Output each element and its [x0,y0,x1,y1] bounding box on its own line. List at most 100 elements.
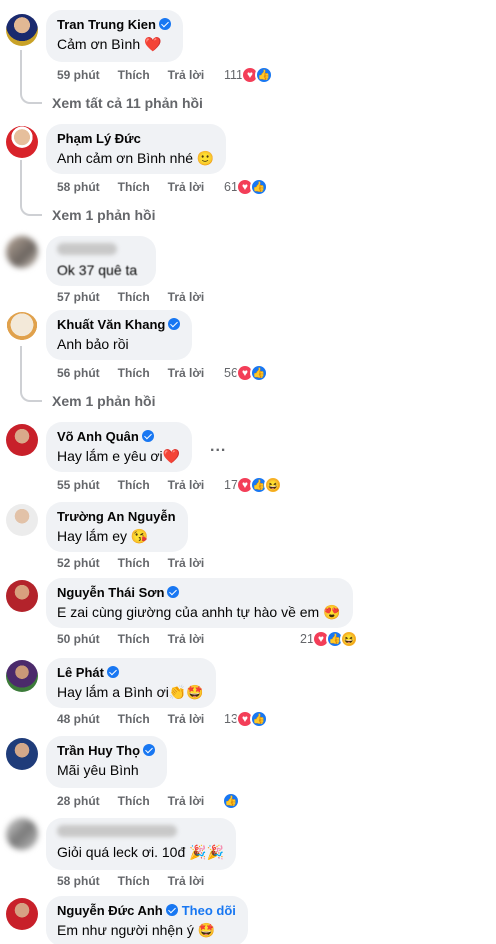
avatar[interactable] [6,14,38,46]
comment-text: Cảm ơn Bình ❤️ [57,36,162,52]
comment-author[interactable]: Trường An Nguyễn [57,508,176,526]
reply-button[interactable]: Trả lời [168,556,205,570]
comment-actions: 28 phút Thích Trả lời [57,794,222,808]
view-replies-link[interactable]: Xem tất cả 11 phản hồi [52,95,203,111]
verified-badge-icon [165,904,178,916]
thread-line [20,160,42,216]
comment-author[interactable]: Nguyễn Thái Sơn [57,584,341,602]
like-button[interactable]: Thích [118,180,150,194]
verified-badge-icon [143,744,156,756]
timestamp[interactable]: 52 phút [57,556,100,570]
reaction-summary[interactable]: 61 ♥ 👍 [224,178,268,196]
follow-button[interactable]: Theo dõi [182,903,236,918]
comment-text: Anh cảm ơn Bình nhé 🙂 [57,150,215,166]
comment-text: Hay lắm e yêu ơi❤️ [57,448,181,464]
view-replies-link[interactable]: Xem 1 phản hồi [52,207,155,223]
reaction-summary[interactable]: 21 ♥ 👍 😆 [300,630,358,648]
comment-actions: 55 phút Thích Trả lời [57,478,222,492]
verified-badge-icon [158,18,171,30]
reply-button[interactable]: Trả lời [168,180,205,194]
comment-actions: 58 phút Thích Trả lời [57,874,222,888]
comment-bubble: Trần Huy Thọ Mãi yêu Bình [46,736,168,788]
comment-text: Em như người nhện ý 🤩 [57,922,216,938]
like-reaction-icon: 👍 [255,66,274,84]
reply-button[interactable]: Trả lời [168,712,205,726]
comment-bubble: Khuất Văn Khang Anh bảo rồi [46,310,193,360]
comment-author[interactable]: Tran Trung Kien [57,16,171,34]
comment-bubble: Ok 37 quê ta [46,236,156,286]
avatar[interactable] [6,738,38,770]
like-reaction-icon: 👍 [249,710,268,728]
avatar[interactable] [6,312,38,344]
comment-author[interactable]: Lê Phát [57,664,204,682]
like-reaction-icon: 👍 [249,364,268,382]
timestamp[interactable]: 57 phút [57,290,100,304]
reaction-summary[interactable]: 17 ♥ 👍 😆 [224,476,282,494]
comment-actions: 59 phút Thích Trả lời [57,68,222,82]
like-button[interactable]: Thích [118,556,150,570]
comment-text: Mãi yêu Bình [57,762,139,778]
like-button[interactable]: Thích [118,478,150,492]
like-button[interactable]: Thích [118,290,150,304]
verified-badge-icon [106,666,119,678]
comment-author[interactable] [57,824,224,842]
timestamp[interactable]: 56 phút [57,366,100,380]
avatar[interactable] [6,818,38,850]
comment-actions: 52 phút Thích Trả lời [57,556,222,570]
reply-button[interactable]: Trả lời [168,68,205,82]
reply-button[interactable]: Trả lời [168,366,205,380]
blurred-name [57,825,177,837]
avatar[interactable] [6,504,38,536]
comment-text: Anh bảo rồi [57,336,129,352]
reply-button[interactable]: Trả lời [168,794,205,808]
timestamp[interactable]: 48 phút [57,712,100,726]
reply-button[interactable]: Trả lời [168,290,205,304]
avatar[interactable] [6,424,38,456]
like-button[interactable]: Thích [118,712,150,726]
timestamp[interactable]: 55 phút [57,478,100,492]
like-reaction-icon: 👍 [249,178,268,196]
verified-badge-icon [167,586,180,598]
like-button[interactable]: Thích [118,874,150,888]
avatar[interactable] [6,898,38,930]
comment-bubble: Trường An Nguyễn Hay lắm ey 😘 [46,502,188,552]
avatar[interactable] [6,236,38,268]
avatar[interactable] [6,660,38,692]
reply-button[interactable]: Trả lời [168,874,205,888]
view-replies-link[interactable]: Xem 1 phản hồi [52,393,155,409]
comment-author[interactable]: Trần Huy Thọ [57,742,156,760]
timestamp[interactable]: 28 phút [57,794,100,808]
comment-bubble: Võ Anh Quân Hay lắm e yêu ơi❤️ [46,422,193,472]
comment-bubble: Tran Trung Kien Cảm ơn Bình ❤️ [46,10,183,62]
comment-author[interactable]: Khuất Văn Khang [57,316,181,334]
comment-author[interactable] [57,242,144,260]
comment-author[interactable]: Võ Anh Quân [57,428,180,446]
reply-button[interactable]: Trả lời [168,632,205,646]
like-button[interactable]: Thích [118,366,150,380]
avatar[interactable] [6,126,38,158]
timestamp[interactable]: 58 phút [57,874,100,888]
haha-reaction-icon: 😆 [339,630,358,648]
reaction-summary[interactable]: 13 ♥ 👍 [224,710,268,728]
like-button[interactable]: Thích [118,68,150,82]
reaction-summary[interactable]: 56 ♥ 👍 [224,364,268,382]
reaction-summary[interactable]: 👍 [222,792,240,810]
comment-actions: 57 phút Thích Trả lời [57,290,222,304]
thread-line [20,50,42,104]
comment-author[interactable]: Phạm Lý Đức [57,130,214,148]
like-button[interactable]: Thích [118,794,150,808]
comment-text: Hay lắm a Bình ơi👏🤩 [57,684,204,700]
more-options-icon[interactable]: ... [210,438,226,456]
comment-text: E zai cùng giường của anhh tự hào về em … [57,604,341,620]
comment-author[interactable]: Nguyễn Đức Anh Theo dõi [57,902,236,920]
timestamp[interactable]: 59 phút [57,68,100,82]
timestamp[interactable]: 50 phút [57,632,100,646]
avatar[interactable] [6,580,38,612]
like-button[interactable]: Thích [118,632,150,646]
reaction-summary[interactable]: 111 ♥ 👍 [224,66,274,84]
timestamp[interactable]: 58 phút [57,180,100,194]
verified-badge-icon [141,430,154,442]
reply-button[interactable]: Trả lời [168,478,205,492]
comment-actions: 50 phút Thích Trả lời [57,632,222,646]
comment-actions: 48 phút Thích Trả lời [57,712,222,726]
